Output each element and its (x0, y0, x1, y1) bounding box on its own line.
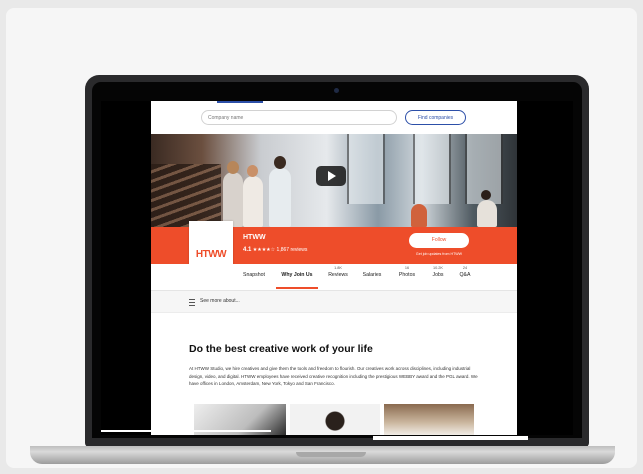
tab-label: Q&A (459, 272, 471, 278)
logo-text: HTWW (195, 249, 227, 260)
tab-qa[interactable]: 24 Q&A (456, 266, 474, 278)
active-tab-indicator (276, 287, 318, 289)
tab-photos[interactable]: 16 Photos (395, 266, 419, 278)
hamburger-icon (189, 299, 195, 306)
search-input[interactable]: Company name (201, 110, 397, 125)
see-more-label: See more about... (200, 298, 240, 304)
top-bar: Company name Find companies (151, 101, 517, 135)
window (347, 134, 385, 204)
person (243, 176, 263, 227)
person (269, 168, 291, 227)
screen-edge-highlight (101, 430, 271, 432)
tab-jobs[interactable]: 10.2K Jobs (428, 266, 448, 278)
laptop-screen: Company name Find companies HTWW HTWW 4.… (101, 101, 573, 435)
laptop-notch (296, 452, 366, 457)
star-rating-icon: ★★★★☆ (252, 247, 276, 253)
staircase (151, 164, 221, 227)
person-head (227, 161, 239, 174)
screen-edge-highlight (373, 436, 528, 440)
tab-count: 1.8K (334, 266, 342, 270)
tab-snapshot[interactable]: Snapshot (240, 272, 268, 278)
company-rating[interactable]: 4.1 ★★★★☆ 1,867 reviews (243, 247, 307, 253)
topbar-accent (217, 101, 263, 103)
person-head (247, 165, 258, 177)
tab-label: Jobs (432, 272, 444, 278)
section-headline: Do the best creative work of your life (189, 343, 373, 355)
tab-label: Snapshot (243, 272, 265, 278)
tab-label: Photos (398, 272, 416, 278)
camera-icon (334, 88, 339, 93)
company-logo: HTWW (189, 221, 233, 270)
tab-count: 10.2K (433, 266, 443, 270)
person (411, 204, 427, 227)
tab-count: 16 (404, 266, 410, 270)
tab-why-join-us[interactable]: Why Join Us (276, 272, 318, 278)
window (413, 134, 451, 204)
person-head (274, 156, 286, 169)
tab-reviews[interactable]: 1.8K Reviews (325, 266, 351, 278)
tab-label: Why Join Us (281, 272, 313, 278)
tab-label: Reviews (328, 272, 348, 278)
review-count: 1,867 reviews (276, 247, 308, 253)
tab-salaries[interactable]: Salaries (359, 272, 385, 278)
play-icon[interactable] (316, 166, 346, 186)
section-body: At HTWW Studio, we hire creatives and gi… (189, 366, 478, 386)
tab-label: Salaries (362, 272, 382, 278)
person-head (481, 190, 491, 200)
company-page: Company name Find companies HTWW HTWW 4.… (151, 101, 517, 435)
photo-thumbnail[interactable] (384, 404, 474, 435)
person (223, 172, 243, 227)
company-name[interactable]: HTWW (243, 234, 266, 241)
person (477, 200, 497, 227)
follow-note: Get job updates from HTWW (415, 252, 463, 256)
find-companies-button[interactable]: Find companies (405, 110, 466, 125)
company-tabs: Snapshot Why Join Us 1.8K Reviews Salari… (151, 264, 517, 291)
tab-count: 24 (462, 266, 468, 270)
cover-image (151, 134, 517, 227)
photo-thumbnail[interactable] (290, 404, 380, 435)
see-more-bar[interactable]: See more about... (151, 291, 517, 313)
follow-button[interactable]: Follow (409, 233, 469, 248)
rating-score: 4.1 (243, 247, 252, 253)
